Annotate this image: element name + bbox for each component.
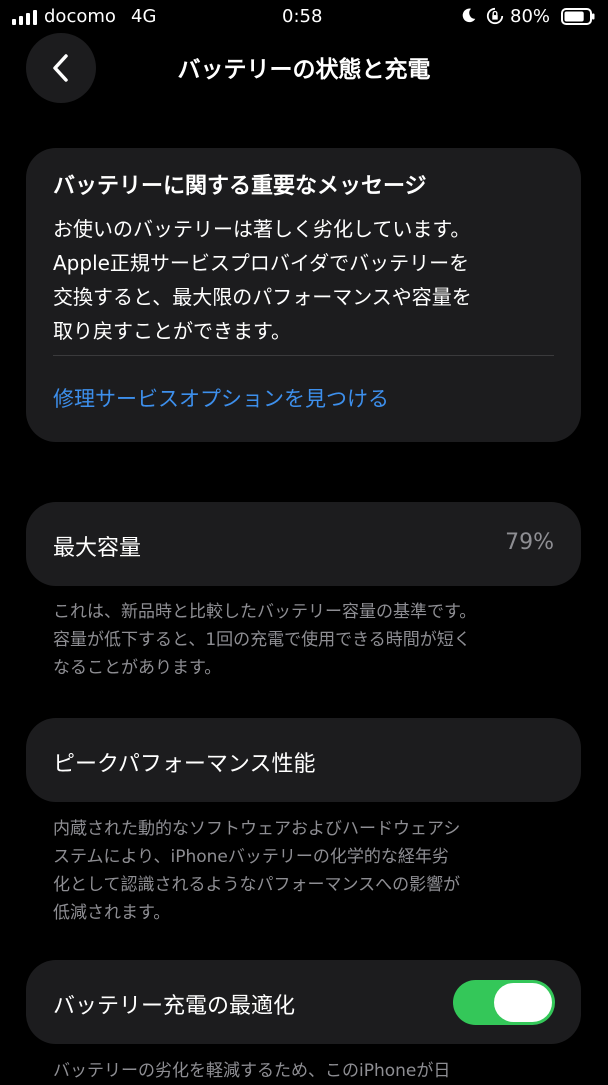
footnote-line: 低減されます。 <box>53 903 171 923</box>
max-capacity-footnote: これは、新品時と比較したバッテリー容量の基準です。 容量が低下すると、1回の充電… <box>53 598 558 682</box>
peak-performance-row: ピークパフォーマンス性能 <box>26 718 581 802</box>
optimized-charging-footnote: バッテリーの劣化を軽減するため、このiPhoneが日 <box>53 1061 451 1081</box>
status-time: 0:58 <box>282 6 323 27</box>
optimized-charging-toggle[interactable] <box>453 980 555 1025</box>
page-title: バッテリーの状態と充電 <box>177 57 431 83</box>
battery-message-card: バッテリーに関する重要なメッセージ お使いのバッテリーは著しく劣化しています。 … <box>26 148 581 442</box>
footnote-line: 内蔵された動的なソフトウェアおよびハードウェアシ <box>53 819 461 839</box>
message-line: お使いのバッテリーは著しく劣化しています。 <box>53 217 471 241</box>
message-title: バッテリーに関する重要なメッセージ <box>53 174 427 199</box>
message-line: 交換すると、最大限のパフォーマンスや容量を <box>53 285 472 309</box>
battery-icon <box>561 8 595 25</box>
max-capacity-label: 最大容量 <box>53 536 142 561</box>
orientation-lock-icon <box>486 7 504 25</box>
network-type: 4G <box>131 6 157 27</box>
toggle-knob <box>494 983 552 1022</box>
carrier-name: docomo <box>44 6 116 27</box>
max-capacity-row: 最大容量 79% <box>26 502 581 586</box>
footnote-line: 化として認識されるようなパフォーマンスへの影響が <box>53 875 461 895</box>
moon-icon <box>462 8 476 23</box>
battery-percent: 80% <box>510 6 551 27</box>
status-bar: docomo 4G 0:58 80% <box>0 0 608 34</box>
footnote-line: これは、新品時と比較したバッテリー容量の基準です。 <box>53 602 477 622</box>
optimized-charging-row: バッテリー充電の最適化 <box>26 960 581 1044</box>
footnote-line: なることがあります。 <box>53 658 222 678</box>
divider <box>53 355 554 356</box>
find-repair-options-link[interactable]: 修理サービスオプションを見つける <box>53 383 389 413</box>
optimized-charging-label: バッテリー充電の最適化 <box>53 994 296 1019</box>
message-body: お使いのバッテリーは著しく劣化しています。 Apple正規サービスプロバイダでバ… <box>53 212 558 348</box>
peak-performance-footnote: 内蔵された動的なソフトウェアおよびハードウェアシ ステムにより、iPhoneバッ… <box>53 815 558 927</box>
peak-performance-label: ピークパフォーマンス性能 <box>53 752 316 777</box>
footnote-line: 容量が低下すると、1回の充電で使用できる時間が短く <box>53 630 471 650</box>
message-line: Apple正規サービスプロバイダでバッテリーを <box>53 251 470 275</box>
max-capacity-value: 79% <box>505 530 554 555</box>
signal-icon <box>12 10 37 25</box>
footnote-line: ステムにより、iPhoneバッテリーの化学的な経年劣 <box>53 847 449 867</box>
message-line: 取り戻すことができます。 <box>53 319 291 343</box>
